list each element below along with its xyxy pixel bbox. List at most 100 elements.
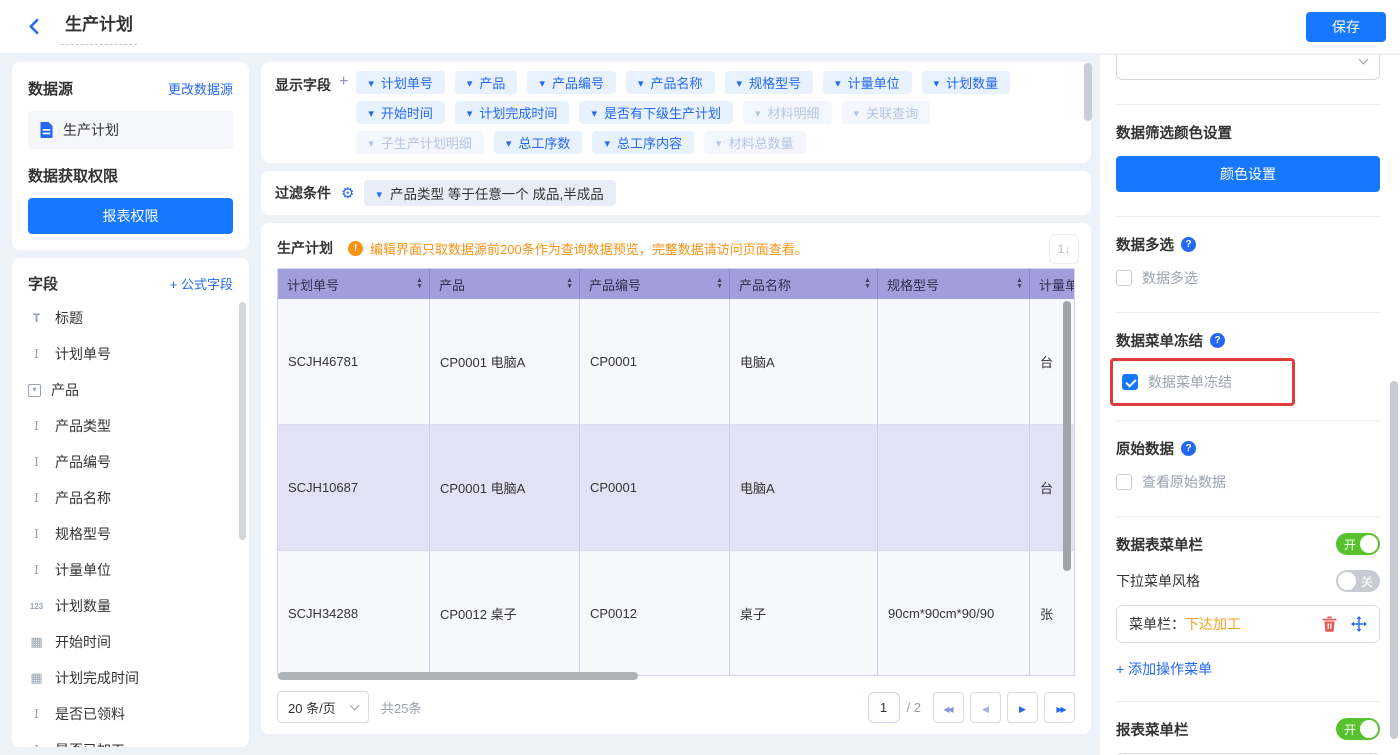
field-item[interactable]: ▾产品 xyxy=(28,372,233,408)
table-cell: CP0012 xyxy=(580,551,730,676)
next-page-button[interactable] xyxy=(1007,692,1038,723)
menu-freeze-checkbox-label: 数据菜单冻结 xyxy=(1148,372,1232,392)
field-item[interactable]: I产品类型 xyxy=(28,408,233,444)
display-field-chip[interactable]: 计划单号 xyxy=(356,71,445,94)
datasource-item[interactable]: 生产计划 xyxy=(28,111,233,149)
table-menubar-toggle[interactable]: 开 xyxy=(1336,533,1380,555)
multi-select-checkbox-row[interactable]: 数据多选 xyxy=(1116,268,1380,288)
display-field-chip[interactable]: 材料总数量 xyxy=(704,131,806,154)
display-field-chip[interactable]: 计量单位 xyxy=(823,71,912,94)
toggle-knob xyxy=(1360,535,1378,553)
color-settings-button[interactable]: 颜色设置 xyxy=(1116,156,1380,192)
field-item[interactable]: I产品编号 xyxy=(28,444,233,480)
table-row[interactable]: SCJH34288CP0012 桌子CP0012桌子90cm*90cm*90/9… xyxy=(278,551,1074,676)
display-field-chip[interactable]: 总工序内容 xyxy=(592,131,694,154)
sort-icon xyxy=(566,278,573,290)
table-vertical-scrollbar[interactable] xyxy=(1063,301,1071,571)
field-item[interactable]: I是否已领料 xyxy=(28,696,233,732)
last-page-button[interactable] xyxy=(1044,692,1075,723)
previous-page-button[interactable] xyxy=(970,692,1001,723)
dropdown-style-toggle[interactable]: 关 xyxy=(1336,570,1380,592)
checkbox-unchecked[interactable] xyxy=(1116,270,1132,286)
table-header-row: 计划单号产品产品编号产品名称规格型号 计量单位 xyxy=(278,269,1074,299)
field-item[interactable]: I是否已加工 xyxy=(28,732,233,747)
main-area-scrollbar[interactable] xyxy=(1084,63,1092,121)
report-permission-button[interactable]: 报表权限 xyxy=(28,198,233,234)
chip-label: 总工序内容 xyxy=(617,133,682,152)
first-page-button[interactable] xyxy=(933,692,964,723)
display-field-chip[interactable]: 子生产计划明细 xyxy=(356,131,484,154)
right-arrow-icon xyxy=(1019,699,1026,715)
table-menubar-title: 数据表菜单栏 xyxy=(1116,534,1203,555)
display-field-chip[interactable]: 关联查询 xyxy=(842,101,931,124)
display-field-chip[interactable]: 产品 xyxy=(455,71,518,94)
column-header[interactable]: 计划单号 xyxy=(278,269,430,299)
table-row[interactable]: SCJH46781CP0001 电脑ACP0001电脑A台 xyxy=(278,299,1074,425)
divider xyxy=(1116,516,1380,517)
checkbox-unchecked[interactable] xyxy=(1116,474,1132,490)
text-icon: I xyxy=(28,707,45,721)
display-field-chip[interactable]: 产品编号 xyxy=(527,71,616,94)
display-field-chip[interactable]: 开始时间 xyxy=(356,101,445,124)
display-field-chip[interactable]: 产品名称 xyxy=(626,71,715,94)
table-horizontal-scrollbar[interactable] xyxy=(278,672,638,680)
raw-data-title: 原始数据 xyxy=(1116,438,1380,459)
chip-label: 材料总数量 xyxy=(729,133,794,152)
page-number-input[interactable]: 1 xyxy=(868,692,900,723)
display-field-chip[interactable]: 计划数量 xyxy=(922,71,1011,94)
settings-dropdown[interactable] xyxy=(1116,55,1380,80)
column-header[interactable]: 产品编号 xyxy=(580,269,730,299)
action-menu-row[interactable]: 菜单栏： 下达加工 xyxy=(1116,605,1380,643)
move-handle[interactable] xyxy=(1351,616,1367,632)
caret-down-icon xyxy=(368,135,374,150)
caret-down-icon xyxy=(755,105,761,120)
add-display-field-button[interactable] xyxy=(339,71,348,154)
field-item[interactable]: I产品名称 xyxy=(28,480,233,516)
caret-down-icon xyxy=(467,105,473,120)
change-datasource-link[interactable]: 更改数据源 xyxy=(168,79,233,98)
column-header-label: 规格型号 xyxy=(887,275,939,294)
move-icon xyxy=(1351,616,1367,632)
column-header[interactable]: 产品名称 xyxy=(730,269,878,299)
report-menubar-toggle[interactable]: 开 xyxy=(1336,718,1380,740)
field-item[interactable]: I计划单号 xyxy=(28,336,233,372)
pagination-bar: 20 条/页 共25条 1 / 2 xyxy=(277,691,1075,723)
display-field-chip[interactable]: 材料明细 xyxy=(743,101,832,124)
trash-icon xyxy=(1322,616,1337,632)
field-item[interactable]: 123计划数量 xyxy=(28,588,233,624)
back-button[interactable] xyxy=(26,18,43,35)
raw-data-checkbox-row[interactable]: 查看原始数据 xyxy=(1116,472,1380,492)
field-label: 计划数量 xyxy=(55,596,111,616)
sort-tool-button[interactable] xyxy=(1049,234,1079,264)
menu-row-value[interactable]: 下达加工 xyxy=(1185,614,1241,634)
text-icon: I xyxy=(28,563,45,577)
add-action-menu-link[interactable]: + 添加操作菜单 xyxy=(1116,659,1380,679)
help-icon[interactable] xyxy=(1181,237,1196,252)
menu-freeze-checkbox-row[interactable]: 数据菜单冻结 xyxy=(1122,372,1232,392)
help-icon[interactable] xyxy=(1210,333,1225,348)
settings-panel-scrollbar[interactable] xyxy=(1390,381,1398,739)
field-item[interactable]: ▦开始时间 xyxy=(28,624,233,660)
page-size-select[interactable]: 20 条/页 xyxy=(277,691,369,723)
gear-icon[interactable] xyxy=(341,184,354,202)
preview-warning: 编辑界面只取数据源前200条作为查询数据预览，完整数据请访问页面查看。 xyxy=(348,239,808,258)
display-field-chip[interactable]: 规格型号 xyxy=(725,71,814,94)
field-item[interactable]: T标题 xyxy=(28,300,233,336)
checkbox-checked[interactable] xyxy=(1122,374,1138,390)
field-item[interactable]: I规格型号 xyxy=(28,516,233,552)
fields-scrollbar[interactable] xyxy=(239,302,246,540)
help-icon[interactable] xyxy=(1181,441,1196,456)
delete-button[interactable] xyxy=(1322,616,1337,632)
save-button[interactable]: 保存 xyxy=(1306,12,1386,42)
filter-condition-chip[interactable]: 产品类型 等于任意一个 成品,半成品 xyxy=(364,180,615,206)
column-header[interactable]: 规格型号 xyxy=(878,269,1030,299)
display-field-chip[interactable]: 计划完成时间 xyxy=(455,101,570,124)
column-header[interactable]: 产品 xyxy=(430,269,580,299)
field-item[interactable]: I计量单位 xyxy=(28,552,233,588)
table-row[interactable]: SCJH10687CP0001 电脑ACP0001电脑A台 xyxy=(278,425,1074,551)
column-header[interactable]: 计量单位 xyxy=(1030,269,1074,299)
add-formula-field-link[interactable]: + 公式字段 xyxy=(170,274,233,293)
display-field-chip[interactable]: 总工序数 xyxy=(494,131,583,154)
field-item[interactable]: ▦计划完成时间 xyxy=(28,660,233,696)
display-field-chip[interactable]: 是否有下级生产计划 xyxy=(579,101,733,124)
